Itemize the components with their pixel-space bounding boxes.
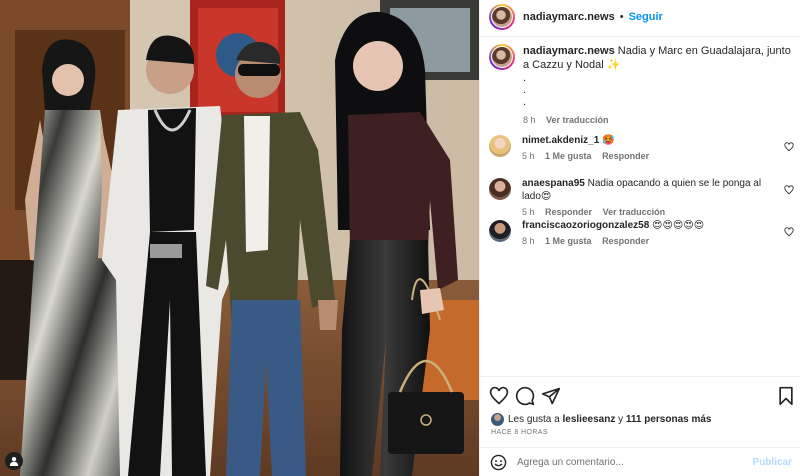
post-details-panel: nadiaymarc.news • Seguir nadiaymarc.news… bbox=[479, 0, 800, 476]
caption-emoji: ✨ bbox=[606, 59, 621, 71]
post-header: nadiaymarc.news • Seguir bbox=[480, 0, 800, 37]
comment-heart-icon[interactable] bbox=[784, 227, 794, 237]
author-username[interactable]: nadiaymarc.news bbox=[523, 11, 615, 23]
comment-likes[interactable]: 1 Me gusta bbox=[545, 236, 592, 246]
header-divider bbox=[480, 36, 800, 37]
comment-username[interactable]: anaespana95 bbox=[522, 178, 585, 189]
caption: nadiaymarc.news Nadia y Marc en Guadalaj… bbox=[489, 44, 794, 125]
likes-summary: Les gusta a leslieesanz y 111 personas m… bbox=[491, 413, 712, 426]
comment-time[interactable]: 5 h bbox=[522, 151, 535, 161]
post-photo[interactable] bbox=[0, 0, 479, 476]
comment-translate-link[interactable]: Ver traducción bbox=[603, 207, 666, 217]
emoji-icon[interactable] bbox=[490, 454, 507, 471]
caption-dot-2: . bbox=[523, 84, 527, 96]
header-separator: • bbox=[619, 11, 624, 23]
caption-time[interactable]: 8 h bbox=[523, 115, 536, 125]
comment-reply-button[interactable]: Responder bbox=[545, 207, 592, 217]
post-actions-bar bbox=[480, 376, 800, 416]
comment-avatar[interactable] bbox=[489, 220, 511, 242]
liker-username[interactable]: leslieesanz bbox=[563, 414, 616, 425]
comment-item: nimet.akdeniz_1 🥵 5 h 1 Me gusta Respond… bbox=[489, 134, 794, 161]
bookmark-icon[interactable] bbox=[776, 386, 796, 406]
comment-username[interactable]: franciscaozoriogonzalez58 bbox=[522, 220, 649, 231]
caption-translate-link[interactable]: Ver traducción bbox=[546, 115, 609, 125]
likes-conjunction: y bbox=[618, 414, 624, 425]
user-tag-icon bbox=[9, 457, 19, 466]
caption-avatar[interactable] bbox=[489, 44, 515, 70]
add-comment-bar: Publicar bbox=[480, 447, 800, 476]
send-icon[interactable] bbox=[541, 386, 561, 406]
comment-time[interactable]: 5 h bbox=[522, 207, 535, 217]
caption-dot-1: . bbox=[523, 72, 527, 84]
heart-icon[interactable] bbox=[489, 386, 509, 406]
comment-input[interactable] bbox=[517, 456, 737, 468]
post-photo-image bbox=[0, 0, 479, 476]
user-tag-button[interactable] bbox=[5, 452, 23, 470]
comment-text: 🥵 bbox=[602, 135, 615, 146]
liker-avatar[interactable] bbox=[491, 413, 504, 426]
comment-item: franciscaozoriogonzalez58 😍😍😍😍😍 8 h 1 Me… bbox=[489, 219, 794, 246]
posted-time[interactable]: HACE 8 HORAS bbox=[491, 429, 548, 436]
caption-username[interactable]: nadiaymarc.news bbox=[523, 45, 615, 57]
comment-time[interactable]: 8 h bbox=[522, 236, 535, 246]
comment-avatar[interactable] bbox=[489, 135, 511, 157]
comment-username[interactable]: nimet.akdeniz_1 bbox=[522, 135, 599, 146]
comment-avatar[interactable] bbox=[489, 178, 511, 200]
caption-dot-3: . bbox=[523, 96, 527, 108]
likes-prefix: Les gusta a bbox=[508, 414, 560, 425]
comment-text: 😍😍😍😍😍 bbox=[652, 220, 705, 231]
comment-likes[interactable]: 1 Me gusta bbox=[545, 151, 592, 161]
author-avatar[interactable] bbox=[489, 4, 515, 30]
comment-reply-button[interactable]: Responder bbox=[602, 236, 649, 246]
likes-others-link[interactable]: 111 personas más bbox=[626, 414, 712, 425]
publish-button[interactable]: Publicar bbox=[753, 457, 792, 468]
comment-item: anaespana95 Nadia opacando a quien se le… bbox=[489, 177, 794, 217]
comment-heart-icon[interactable] bbox=[784, 142, 794, 152]
comment-icon[interactable] bbox=[515, 386, 535, 406]
comment-reply-button[interactable]: Responder bbox=[602, 151, 649, 161]
follow-button[interactable]: Seguir bbox=[629, 11, 663, 23]
comment-heart-icon[interactable] bbox=[784, 185, 794, 195]
